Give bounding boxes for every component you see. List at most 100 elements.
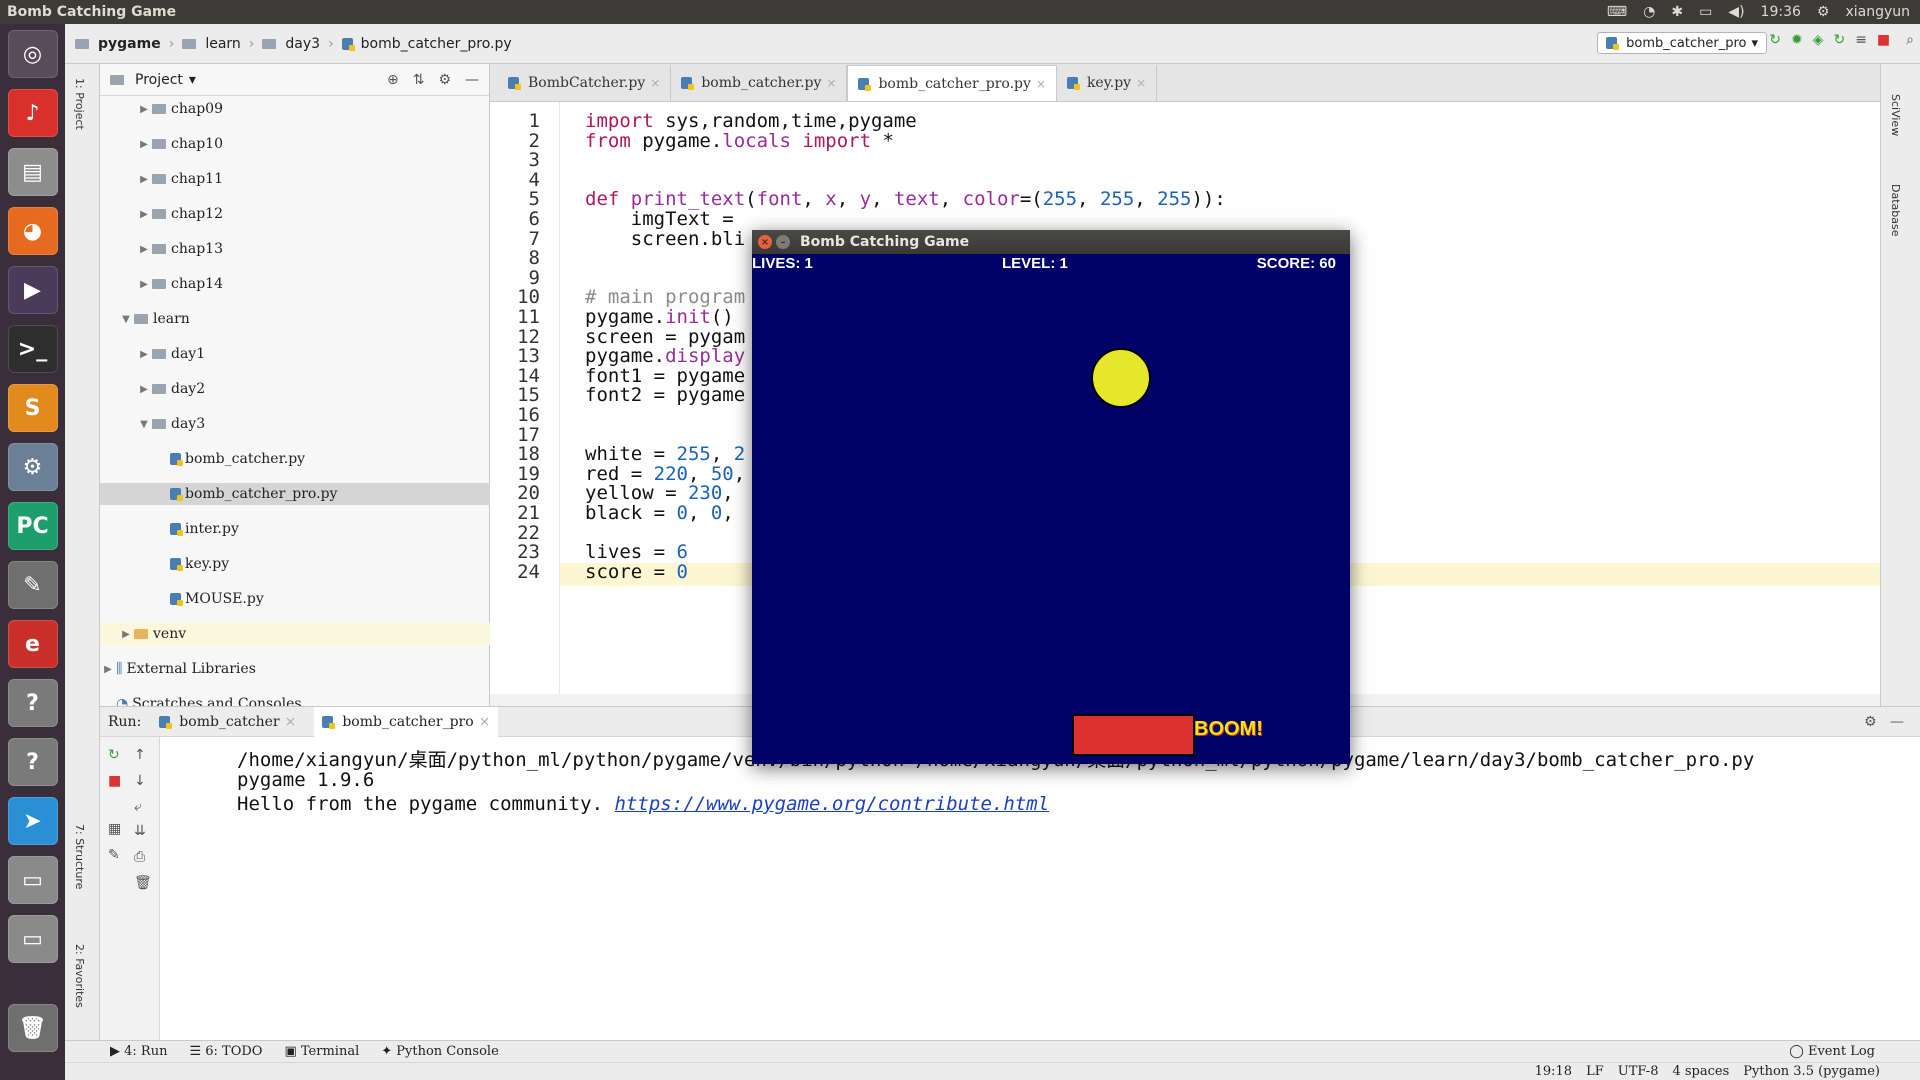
chevron-right-icon[interactable]: ▶	[100, 664, 116, 675]
arrow-up-icon[interactable]: ↑	[134, 747, 146, 763]
close-icon[interactable]: ×	[285, 714, 297, 730]
game-window-titlebar[interactable]: × – Bomb Catching Game	[752, 230, 1350, 254]
editor-tab[interactable]: bomb_catcher.py ×	[671, 65, 848, 101]
chevron-right-icon[interactable]: ▶	[136, 104, 152, 115]
sublime-text-icon[interactable]: S	[7, 384, 58, 432]
minimize-icon[interactable]: —	[465, 72, 479, 88]
pdf-reader-icon[interactable]: e	[7, 620, 58, 668]
chevron-right-icon[interactable]: ▶	[136, 139, 152, 150]
terminal-icon[interactable]: >_	[7, 325, 58, 373]
tree-item[interactable]: ▶ chap14	[136, 273, 223, 295]
clock[interactable]: 19:36	[1761, 4, 1801, 20]
search-icon[interactable]: ⌕	[1906, 32, 1914, 48]
editor-tab[interactable]: BombCatcher.py ×	[498, 65, 672, 101]
trash-icon[interactable]: 🗑	[7, 1004, 58, 1052]
tree-item[interactable]: ▶ chap13	[136, 238, 223, 260]
chevron-right-icon[interactable]: ▶	[136, 349, 152, 360]
tree-item[interactable]: inter.py	[154, 518, 239, 540]
project-panel-title[interactable]: Project	[135, 72, 183, 88]
run-tab[interactable]: bomb_catcher ×	[151, 707, 304, 737]
structure-tool-label[interactable]: 7: Structure	[73, 824, 86, 889]
wifi-icon[interactable]: ◔	[1643, 4, 1655, 20]
drive-icon[interactable]: ▭	[7, 915, 58, 963]
chevron-down-icon[interactable]: ▾	[189, 72, 196, 88]
close-icon[interactable]: ×	[479, 714, 491, 730]
chevron-down-icon[interactable]: ▼	[118, 314, 134, 325]
settings-icon[interactable]: ⚙	[7, 443, 58, 491]
scroll-to-end-icon[interactable]: ⇊	[134, 823, 146, 839]
tree-item[interactable]: ▶ day1	[136, 343, 205, 365]
project-tool-label[interactable]: 1: Project	[73, 78, 86, 130]
user-name[interactable]: xiangyun	[1845, 4, 1910, 20]
caret-position[interactable]: 19:18	[1535, 1064, 1572, 1079]
unknown-app-icon[interactable]: ?	[7, 679, 58, 727]
paddle[interactable]	[1072, 714, 1195, 756]
battery-icon[interactable]: ▭	[1699, 4, 1712, 20]
breadcrumb-item[interactable]: learn	[205, 36, 240, 52]
drive-icon[interactable]: ▭	[7, 856, 58, 904]
breadcrumb-item[interactable]: day3	[285, 36, 320, 52]
tree-item[interactable]: bomb_catcher.py	[154, 448, 305, 470]
scview-tool-label[interactable]: SciView	[1889, 94, 1902, 136]
trash-icon[interactable]: 🗑	[134, 875, 152, 891]
close-icon[interactable]: ×	[650, 76, 660, 90]
ubuntu-dash-icon[interactable]: ◎	[7, 30, 58, 78]
run-tab[interactable]: bomb_catcher_pro ×	[314, 706, 499, 737]
rerun-icon[interactable]: ↻	[1769, 32, 1781, 48]
tree-item[interactable]: ▶ chap10	[136, 133, 223, 155]
tree-item[interactable]: ▶ chap09	[136, 98, 223, 120]
tool-window-todo[interactable]: ☰ 6: TODO	[189, 1044, 262, 1059]
volume-icon[interactable]: ◀)	[1728, 4, 1744, 20]
close-icon[interactable]: ×	[826, 76, 836, 90]
gear-icon[interactable]: ⚙ —	[1864, 714, 1904, 730]
tree-item[interactable]: ▼ day3	[136, 413, 205, 435]
tool-window-run[interactable]: ▶ 4: Run	[110, 1044, 167, 1059]
tree-item[interactable]: ▶ ⫼ External Libraries	[100, 658, 256, 680]
firefox-icon[interactable]: ◕	[7, 207, 58, 255]
chevron-right-icon[interactable]: ▶	[136, 174, 152, 185]
pycharm-icon[interactable]: PC	[7, 502, 58, 550]
coverage-icon[interactable]: ◈	[1813, 32, 1824, 48]
files-icon[interactable]: ▤	[7, 148, 58, 196]
contribute-link[interactable]: https://www.pygame.org/contribute.html	[615, 793, 1050, 815]
run-list-icon[interactable]: ≡	[1855, 32, 1867, 48]
rerun-icon[interactable]: ↻	[108, 747, 120, 763]
breadcrumb-item[interactable]: bomb_catcher_pro.py	[361, 36, 512, 52]
unknown-app-icon[interactable]: ?	[7, 738, 58, 786]
file-encoding[interactable]: UTF-8	[1618, 1064, 1659, 1079]
game-window[interactable]: × – Bomb Catching Game LIVES: 1 LEVEL: 1…	[752, 230, 1350, 764]
layout-icon[interactable]: ▦	[108, 821, 121, 837]
tree-item[interactable]: ▶ chap12	[136, 203, 223, 225]
favorites-tool-label[interactable]: 2: Favorites	[73, 944, 86, 1008]
gear-icon[interactable]: ⚙	[438, 72, 451, 88]
tree-item[interactable]: MOUSE.py	[154, 588, 264, 610]
locate-icon[interactable]: ⊕	[387, 72, 399, 88]
breadcrumb-item[interactable]: pygame	[98, 36, 161, 52]
netease-music-icon[interactable]: ♪	[7, 89, 58, 137]
gear-icon[interactable]: ⚙	[1817, 4, 1830, 20]
chevron-right-icon[interactable]: ▶	[136, 384, 152, 395]
pin-icon[interactable]: ✎	[108, 847, 120, 863]
collapse-icon[interactable]: ⇅	[413, 72, 425, 88]
profile-icon[interactable]: ↻	[1833, 32, 1845, 48]
keyboard-icon[interactable]: ⌨	[1607, 4, 1627, 20]
stop-icon[interactable]: ■	[108, 773, 121, 789]
database-tool-label[interactable]: Database	[1889, 184, 1902, 237]
close-icon[interactable]: ×	[758, 235, 772, 249]
debug-icon[interactable]: ✹	[1791, 32, 1803, 48]
line-separator[interactable]: LF	[1586, 1064, 1604, 1079]
tree-item[interactable]: ▼ learn	[118, 308, 190, 330]
text-editor-icon[interactable]: ✎	[7, 561, 58, 609]
chevron-right-icon[interactable]: ▶	[136, 244, 152, 255]
print-icon[interactable]: ⎙	[134, 849, 145, 865]
tool-window-python-console[interactable]: ✦ Python Console	[381, 1044, 499, 1059]
chevron-down-icon[interactable]: ▼	[136, 419, 152, 430]
chevron-right-icon[interactable]: ▶	[136, 279, 152, 290]
editor-tab[interactable]: bomb_catcher_pro.py ×	[847, 65, 1057, 101]
soft-wrap-icon[interactable]: ⤶	[134, 799, 142, 815]
indent-setting[interactable]: 4 spaces	[1672, 1064, 1729, 1079]
close-icon[interactable]: ×	[1036, 77, 1046, 91]
minimize-icon[interactable]: –	[776, 235, 790, 249]
tree-item[interactable]: ▶ venv	[100, 623, 490, 645]
run-configuration-select[interactable]: bomb_catcher_pro ▾	[1597, 32, 1767, 54]
